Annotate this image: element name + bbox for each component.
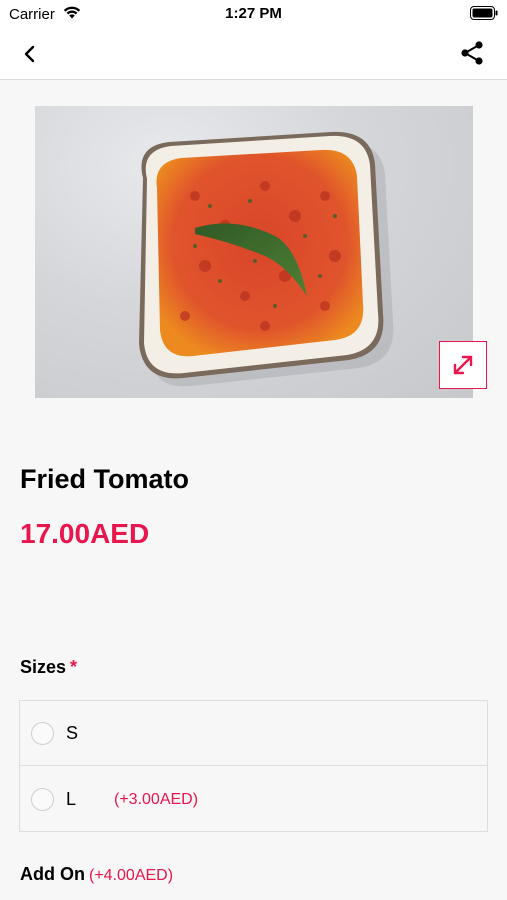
- size-option-s[interactable]: S: [20, 701, 487, 766]
- status-time: 1:27 PM: [225, 5, 282, 22]
- size-option-label: L: [66, 789, 77, 809]
- addon-price: (+4.00AED): [89, 867, 174, 884]
- battery-icon: [470, 6, 498, 25]
- size-option-l[interactable]: L (+3.00AED): [20, 767, 487, 832]
- share-icon: [461, 41, 483, 65]
- nav-bar: [0, 28, 507, 80]
- back-button[interactable]: [16, 40, 44, 68]
- radio-button[interactable]: [31, 722, 54, 745]
- size-option-label: S: [66, 723, 79, 743]
- share-button[interactable]: [457, 38, 487, 68]
- expand-icon: [453, 355, 473, 375]
- sizes-options: S L (+3.00AED): [19, 700, 488, 832]
- required-marker: *: [70, 657, 78, 677]
- product-title: Fried Tomato: [20, 464, 190, 494]
- addon-heading: Add On (+4.00AED): [20, 864, 173, 885]
- addon-heading-label: Add On: [20, 864, 85, 884]
- product-price: 17.00AED: [20, 518, 150, 549]
- status-bar: Carrier 1:27 PM: [0, 0, 507, 28]
- chevron-left-icon: [24, 45, 35, 63]
- expand-image-button[interactable]: [439, 341, 487, 389]
- product-image: [35, 106, 473, 398]
- size-option-extra-price: (+3.00AED): [114, 791, 199, 808]
- radio-button[interactable]: [31, 788, 54, 811]
- sizes-heading: Sizes *: [20, 657, 77, 678]
- sizes-heading-label: Sizes: [20, 657, 67, 677]
